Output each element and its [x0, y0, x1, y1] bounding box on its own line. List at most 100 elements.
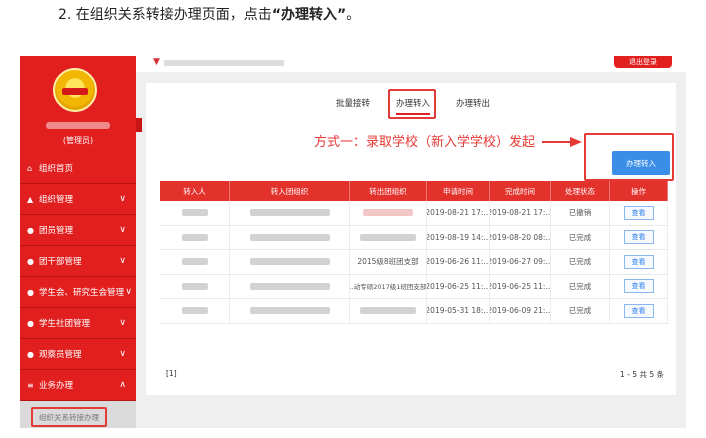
sidebar-item-org[interactable]: ▲ 组织管理 ∨ — [20, 184, 136, 215]
table-row: 2019-05-31 18:... 2019-06-09 21:... 已完成 … — [160, 299, 668, 324]
view-button[interactable]: 查看 — [623, 303, 654, 318]
action-cell: 查看 — [610, 299, 668, 323]
to-org-redacted — [230, 250, 350, 274]
action-cell: 查看 — [610, 274, 668, 298]
sidebar-item-observers[interactable]: ● 观察员管理 ∨ — [20, 339, 136, 370]
to-org-redacted — [230, 274, 350, 298]
action-cell: 查看 — [610, 225, 668, 249]
action-cell: 查看 — [610, 201, 668, 225]
chevron-down-icon: ∨ — [125, 287, 132, 297]
sidebar-item-business[interactable]: ≡ 业务办理 ∧ — [20, 370, 136, 401]
home-icon: ⌂ — [27, 163, 33, 173]
apply-time: 2019-08-19 14:... — [427, 225, 490, 249]
column-header[interactable]: 完成时间 — [490, 181, 551, 201]
sidebar-item-clubs[interactable]: ● 学生社团管理 ∨ — [20, 308, 136, 339]
sidebar-item-cadres[interactable]: ● 团干部管理 ∨ — [20, 246, 136, 277]
sidebar-brand: (管理员) — [20, 56, 142, 153]
tab-highlight-box — [388, 89, 436, 119]
sidebar-item-label: 团干部管理 — [39, 257, 82, 267]
sidebar-item-label: 业务办理 — [39, 381, 74, 391]
action-cell: 查看 — [610, 250, 668, 274]
table-row: 2015级8班团支部 2019-06-26 11:... 2019-06-27 … — [160, 250, 668, 275]
chevron-up-icon: ∧ — [119, 380, 126, 390]
sidebar-item-label: 组织首页 — [39, 164, 74, 174]
logout-button[interactable]: 退出登录 — [614, 56, 672, 68]
main-panel: 批量接转 办理转入 办理转出 方式一：录取学校（新入学学校）发起 办理转入 转入… — [146, 83, 676, 395]
column-header[interactable]: 处理状态 — [551, 181, 610, 201]
instruction-suffix: 。 — [346, 7, 361, 23]
view-button[interactable]: 查看 — [623, 254, 654, 269]
apply-time: 2019-06-25 11:... — [427, 274, 490, 298]
column-header[interactable]: 转入团组织 — [230, 181, 350, 201]
chevron-down-icon: ∨ — [119, 194, 126, 204]
column-header[interactable]: 申请时间 — [427, 181, 490, 201]
status-text: 已完成 — [551, 250, 610, 274]
sidebar-item-label: 团员管理 — [39, 226, 74, 236]
person-redacted — [160, 250, 230, 274]
instruction-prefix: 2. 在组织关系转接办理页面，点击 — [58, 7, 272, 23]
status-text: 已撤销 — [551, 201, 610, 225]
sidebar-collapse-handle[interactable] — [136, 118, 142, 132]
club-icon: ● — [27, 318, 34, 328]
sidebar: (管理员) ⌂ 组织首页 ▲ 组织管理 ∨ ● 团员管理 ∨ ● 团干部管理 ∨ — [20, 56, 142, 428]
observer-icon: ● — [27, 349, 34, 359]
status-text: 已完成 — [551, 274, 610, 298]
to-org-redacted — [230, 225, 350, 249]
sidebar-submenu: 组织关系转接办理 — [20, 401, 136, 428]
transfer-table: 转入人 转入团组织 转出团组织 申请时间 完成时间 处理状态 操作 2019-0… — [160, 181, 668, 324]
column-header[interactable]: 转出团组织 — [350, 181, 427, 201]
annotation-text: 方式一：录取学校（新入学学校）发起 — [314, 135, 536, 150]
chevron-down-icon: ∨ — [119, 256, 126, 266]
chevron-down-icon: ∨ — [119, 318, 126, 328]
breadcrumb-redacted — [164, 60, 284, 66]
sidebar-item-label: 学生会、研究生会管理 — [39, 288, 125, 298]
column-header[interactable]: 操作 — [610, 181, 668, 201]
sidebar-item-label: 观察员管理 — [39, 350, 82, 360]
org-icon: ▲ — [27, 194, 34, 204]
view-button[interactable]: 查看 — [623, 205, 654, 220]
instruction-highlight: “办理转入” — [271, 7, 347, 23]
done-time: 2019-06-27 09:... — [490, 250, 551, 274]
sidebar-item-members[interactable]: ● 团员管理 ∨ — [20, 215, 136, 246]
sidebar-item-home[interactable]: ⌂ 组织首页 — [20, 153, 136, 184]
sidebar-item-student-union[interactable]: ● 学生会、研究生会管理 ∨ — [20, 277, 136, 308]
done-time: 2019-06-09 21:... — [490, 299, 551, 323]
table-header: 转入人 转入团组织 转出团组织 申请时间 完成时间 处理状态 操作 — [160, 181, 668, 201]
transfer-in-button[interactable]: 办理转入 — [612, 151, 670, 175]
apply-time: 2019-06-26 11:... — [427, 250, 490, 274]
person-redacted — [160, 201, 230, 225]
view-button[interactable]: 查看 — [623, 230, 654, 245]
table-row: 2019-08-21 17:... 2019-08-21 17:... 已撤销 … — [160, 201, 668, 226]
pagination-current[interactable]: [1] — [166, 369, 177, 378]
top-bar: ▼ 退出登录 — [136, 56, 686, 72]
tab-transfer-out[interactable]: 办理转出 — [456, 97, 490, 109]
apply-time: 2019-05-31 18:... — [427, 299, 490, 323]
done-time: 2019-08-21 17:... — [490, 201, 551, 225]
menu-icon: ≡ — [27, 380, 34, 390]
done-time: 2019-06-25 11:... — [490, 274, 551, 298]
cadre-icon: ● — [27, 256, 34, 266]
location-icon: ▼ — [153, 57, 160, 67]
from-org-redacted — [350, 201, 427, 225]
apply-time: 2019-08-21 17:... — [427, 201, 490, 225]
chevron-down-icon: ∨ — [119, 349, 126, 359]
to-org-redacted — [230, 299, 350, 323]
column-header[interactable]: 转入人 — [160, 181, 230, 201]
table-row: ..动专硕2017级1班团支部 2019-06-25 11:... 2019-0… — [160, 274, 668, 299]
sidebar-item-org-transfer[interactable]: 组织关系转接办理 — [31, 407, 107, 427]
instruction-text: 2. 在组织关系转接办理页面，点击“办理转入”。 — [58, 4, 360, 24]
from-org-redacted — [350, 299, 427, 323]
user-role: (管理员) — [62, 136, 94, 145]
tab-batch-transfer[interactable]: 批量接转 — [336, 97, 370, 109]
table-row: 2019-08-19 14:... 2019-08-20 08:... 已完成 … — [160, 225, 668, 250]
done-time: 2019-08-20 08:... — [490, 225, 551, 249]
view-button[interactable]: 查看 — [623, 279, 654, 294]
page: 2. 在组织关系转接办理页面，点击“办理转入”。 (管理员) ⌂ 组织首页 ▲ … — [0, 0, 706, 438]
chevron-down-icon: ∨ — [119, 225, 126, 235]
from-org: ..动专硕2017级1班团支部 — [350, 274, 427, 298]
member-icon: ● — [27, 225, 34, 235]
league-emblem-icon — [53, 68, 97, 112]
emblem-band — [62, 88, 88, 95]
sidebar-item-label: 学生社团管理 — [39, 319, 91, 329]
status-text: 已完成 — [551, 299, 610, 323]
